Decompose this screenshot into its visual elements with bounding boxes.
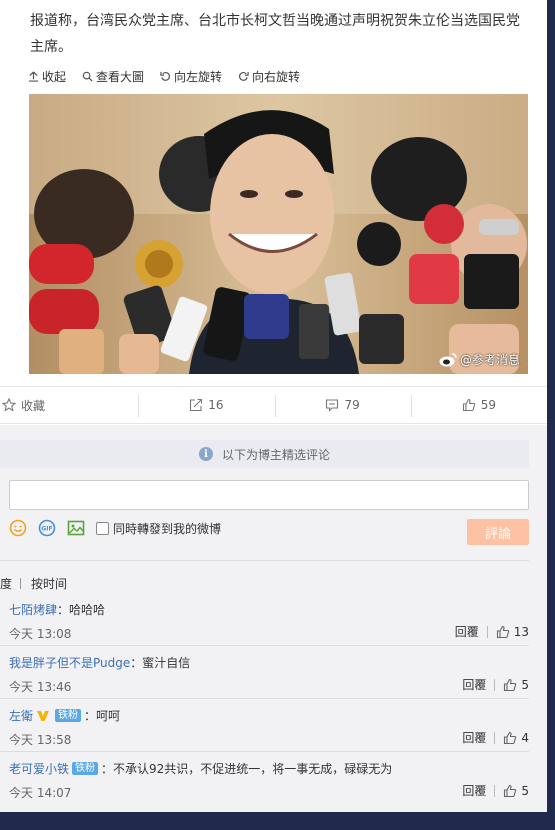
comment-like-count: 4 bbox=[521, 730, 529, 745]
comment-item: 我是胖子但不是Pudge ：蜜汁自信 今天 13:46 回覆 5 bbox=[0, 646, 529, 699]
comment-time: 今天 13:58 bbox=[9, 733, 72, 747]
comment-actions: 回覆 5 bbox=[462, 782, 529, 799]
reply-button[interactable]: 回覆 bbox=[462, 676, 486, 693]
like-count: 59 bbox=[480, 398, 497, 412]
view-large-label: 查看大圖 bbox=[96, 69, 145, 84]
like-button[interactable]: 59 bbox=[410, 387, 547, 423]
favorite-button[interactable]: 收藏 bbox=[0, 387, 138, 423]
comment-actions: 回覆 4 bbox=[462, 729, 529, 746]
weibo-post-card: 报道称，台湾民众党主席、台北市长柯文哲当晚通过声明祝贺朱立伦当选国民党主席。 收… bbox=[0, 0, 547, 812]
comment-item: 七陌烤肆 ：哈哈哈 今天 13:08 回覆 13 bbox=[0, 593, 529, 646]
photo-toolbar: 收起 查看大圖 向左旋转 向右旋转 bbox=[28, 66, 316, 86]
notice-text: 以下为博主精选评论 bbox=[221, 447, 330, 462]
info-icon: i bbox=[198, 447, 213, 461]
comment-text: ：哈哈哈 bbox=[57, 603, 106, 617]
comment-item: 老可爱小铁 铁粉 ：不承认92共识，不促进统一，将一事无成，碌碌无为 今天 14… bbox=[0, 752, 529, 805]
thumbs-up-icon[interactable] bbox=[503, 784, 517, 798]
reply-button[interactable]: 回覆 bbox=[462, 729, 486, 746]
star-icon bbox=[2, 398, 16, 412]
comment-actions: 回覆 5 bbox=[462, 676, 529, 693]
repost-button[interactable]: 16 bbox=[138, 387, 274, 423]
reply-button[interactable]: 回覆 bbox=[462, 782, 486, 799]
comment-button[interactable]: 79 bbox=[274, 387, 411, 423]
comment-like-count: 5 bbox=[521, 783, 529, 798]
rotate-left-label: 向左旋转 bbox=[174, 69, 223, 84]
sort-hot-tab[interactable]: 度 bbox=[0, 575, 12, 592]
view-large-button[interactable]: 查看大圖 bbox=[82, 68, 144, 85]
sync-repost-label: 同時轉發到我的微博 bbox=[113, 521, 222, 536]
comment-line: 左衛 铁粉 ：呵呵 bbox=[9, 707, 120, 724]
emoji-icon[interactable] bbox=[9, 519, 27, 537]
sort-separator bbox=[20, 578, 22, 589]
rotate-right-label: 向右旋转 bbox=[252, 69, 301, 84]
comment-sort: 度 按时间 bbox=[0, 575, 67, 592]
collapse-button[interactable]: 收起 bbox=[28, 68, 66, 85]
comment-list: 七陌烤肆 ：哈哈哈 今天 13:08 回覆 13 我是胖子但不是Pudge ：蜜… bbox=[0, 593, 529, 805]
rotate-right-icon bbox=[239, 71, 249, 81]
svg-text:GIF: GIF bbox=[41, 526, 52, 533]
separator bbox=[486, 625, 488, 638]
comment-time: 今天 13:08 bbox=[9, 627, 72, 641]
separator bbox=[494, 731, 496, 744]
favorite-label: 收藏 bbox=[21, 398, 46, 413]
comment-like-count: 13 bbox=[513, 624, 529, 639]
fan-badge: 铁粉 bbox=[72, 762, 99, 775]
repost-icon bbox=[190, 398, 203, 412]
comment-username[interactable]: 我是胖子但不是Pudge bbox=[9, 654, 130, 671]
submit-comment-button[interactable]: 評論 bbox=[467, 519, 529, 545]
comment-input[interactable] bbox=[9, 480, 529, 510]
thumbs-up-icon[interactable] bbox=[496, 625, 510, 639]
sync-repost-checkbox[interactable] bbox=[96, 521, 109, 535]
collapse-arrow-up-icon bbox=[28, 70, 39, 82]
comment-username[interactable]: 左衛 bbox=[9, 707, 33, 724]
comment-icon bbox=[326, 399, 339, 412]
image-icon[interactable] bbox=[67, 519, 85, 537]
press-conference-photo bbox=[29, 94, 528, 374]
repost-count: 16 bbox=[208, 398, 224, 412]
post-actions-bar: 收藏 16 79 59 bbox=[0, 386, 547, 424]
post-text: 报道称，台湾民众党主席、台北市长柯文哲当晚通过声明祝贺朱立伦当选国民党主席。 bbox=[30, 13, 520, 55]
collapse-label: 收起 bbox=[42, 69, 67, 84]
comment-time: 今天 13:46 bbox=[9, 680, 72, 694]
comment-username[interactable]: 七陌烤肆 bbox=[9, 601, 57, 618]
comment-line: 老可爱小铁 铁粉 ：不承认92共识，不促进统一，将一事无成，碌碌无为 bbox=[9, 760, 392, 777]
comment-count: 79 bbox=[344, 398, 360, 412]
reply-button[interactable]: 回覆 bbox=[455, 623, 479, 640]
rotate-right-button[interactable]: 向右旋转 bbox=[238, 68, 300, 85]
sort-time-tab[interactable]: 按时间 bbox=[31, 575, 67, 592]
weibo-logo-icon bbox=[439, 352, 457, 366]
photo-watermark: @参考消息 bbox=[439, 351, 520, 368]
comment-text: ：蜜汁自信 bbox=[130, 656, 191, 670]
comment-item: 左衛 铁粉 ：呵呵 今天 13:58 回覆 4 bbox=[0, 699, 529, 752]
comment-tools: GIF 同時轉發到我的微博 bbox=[9, 518, 221, 538]
post-photo[interactable]: @参考消息 bbox=[29, 94, 528, 374]
rotate-left-icon bbox=[160, 71, 171, 81]
comments-section: i 以下为博主精选评论 GIF 同時轉發到我的微博 評論 度 按时间 七陌烤肆 … bbox=[0, 425, 547, 812]
comment-text: ：不承认92共识，不促进统一，将一事无成，碌碌无为 bbox=[101, 762, 393, 776]
gif-icon[interactable]: GIF bbox=[38, 519, 56, 537]
separator bbox=[494, 678, 496, 691]
comment-line: 我是胖子但不是Pudge ：蜜汁自信 bbox=[9, 654, 190, 671]
divider bbox=[0, 560, 529, 561]
comment-text: ：呵呵 bbox=[84, 709, 121, 723]
watermark-text: @参考消息 bbox=[459, 353, 520, 367]
fan-badge: 铁粉 bbox=[55, 709, 82, 722]
comment-like-count: 5 bbox=[521, 677, 529, 692]
vip-v-icon bbox=[37, 710, 50, 721]
rotate-left-button[interactable]: 向左旋转 bbox=[160, 68, 222, 85]
comment-time: 今天 14:07 bbox=[9, 786, 72, 800]
thumbs-up-icon bbox=[462, 398, 475, 412]
comment-actions: 回覆 13 bbox=[455, 623, 529, 640]
comment-username[interactable]: 老可爱小铁 bbox=[9, 760, 69, 777]
comment-line: 七陌烤肆 ：哈哈哈 bbox=[9, 601, 105, 618]
search-icon bbox=[82, 71, 93, 82]
thumbs-up-icon[interactable] bbox=[503, 678, 517, 692]
featured-comments-notice: i 以下为博主精选评论 bbox=[0, 440, 529, 468]
thumbs-up-icon[interactable] bbox=[503, 731, 517, 745]
separator bbox=[494, 784, 496, 797]
